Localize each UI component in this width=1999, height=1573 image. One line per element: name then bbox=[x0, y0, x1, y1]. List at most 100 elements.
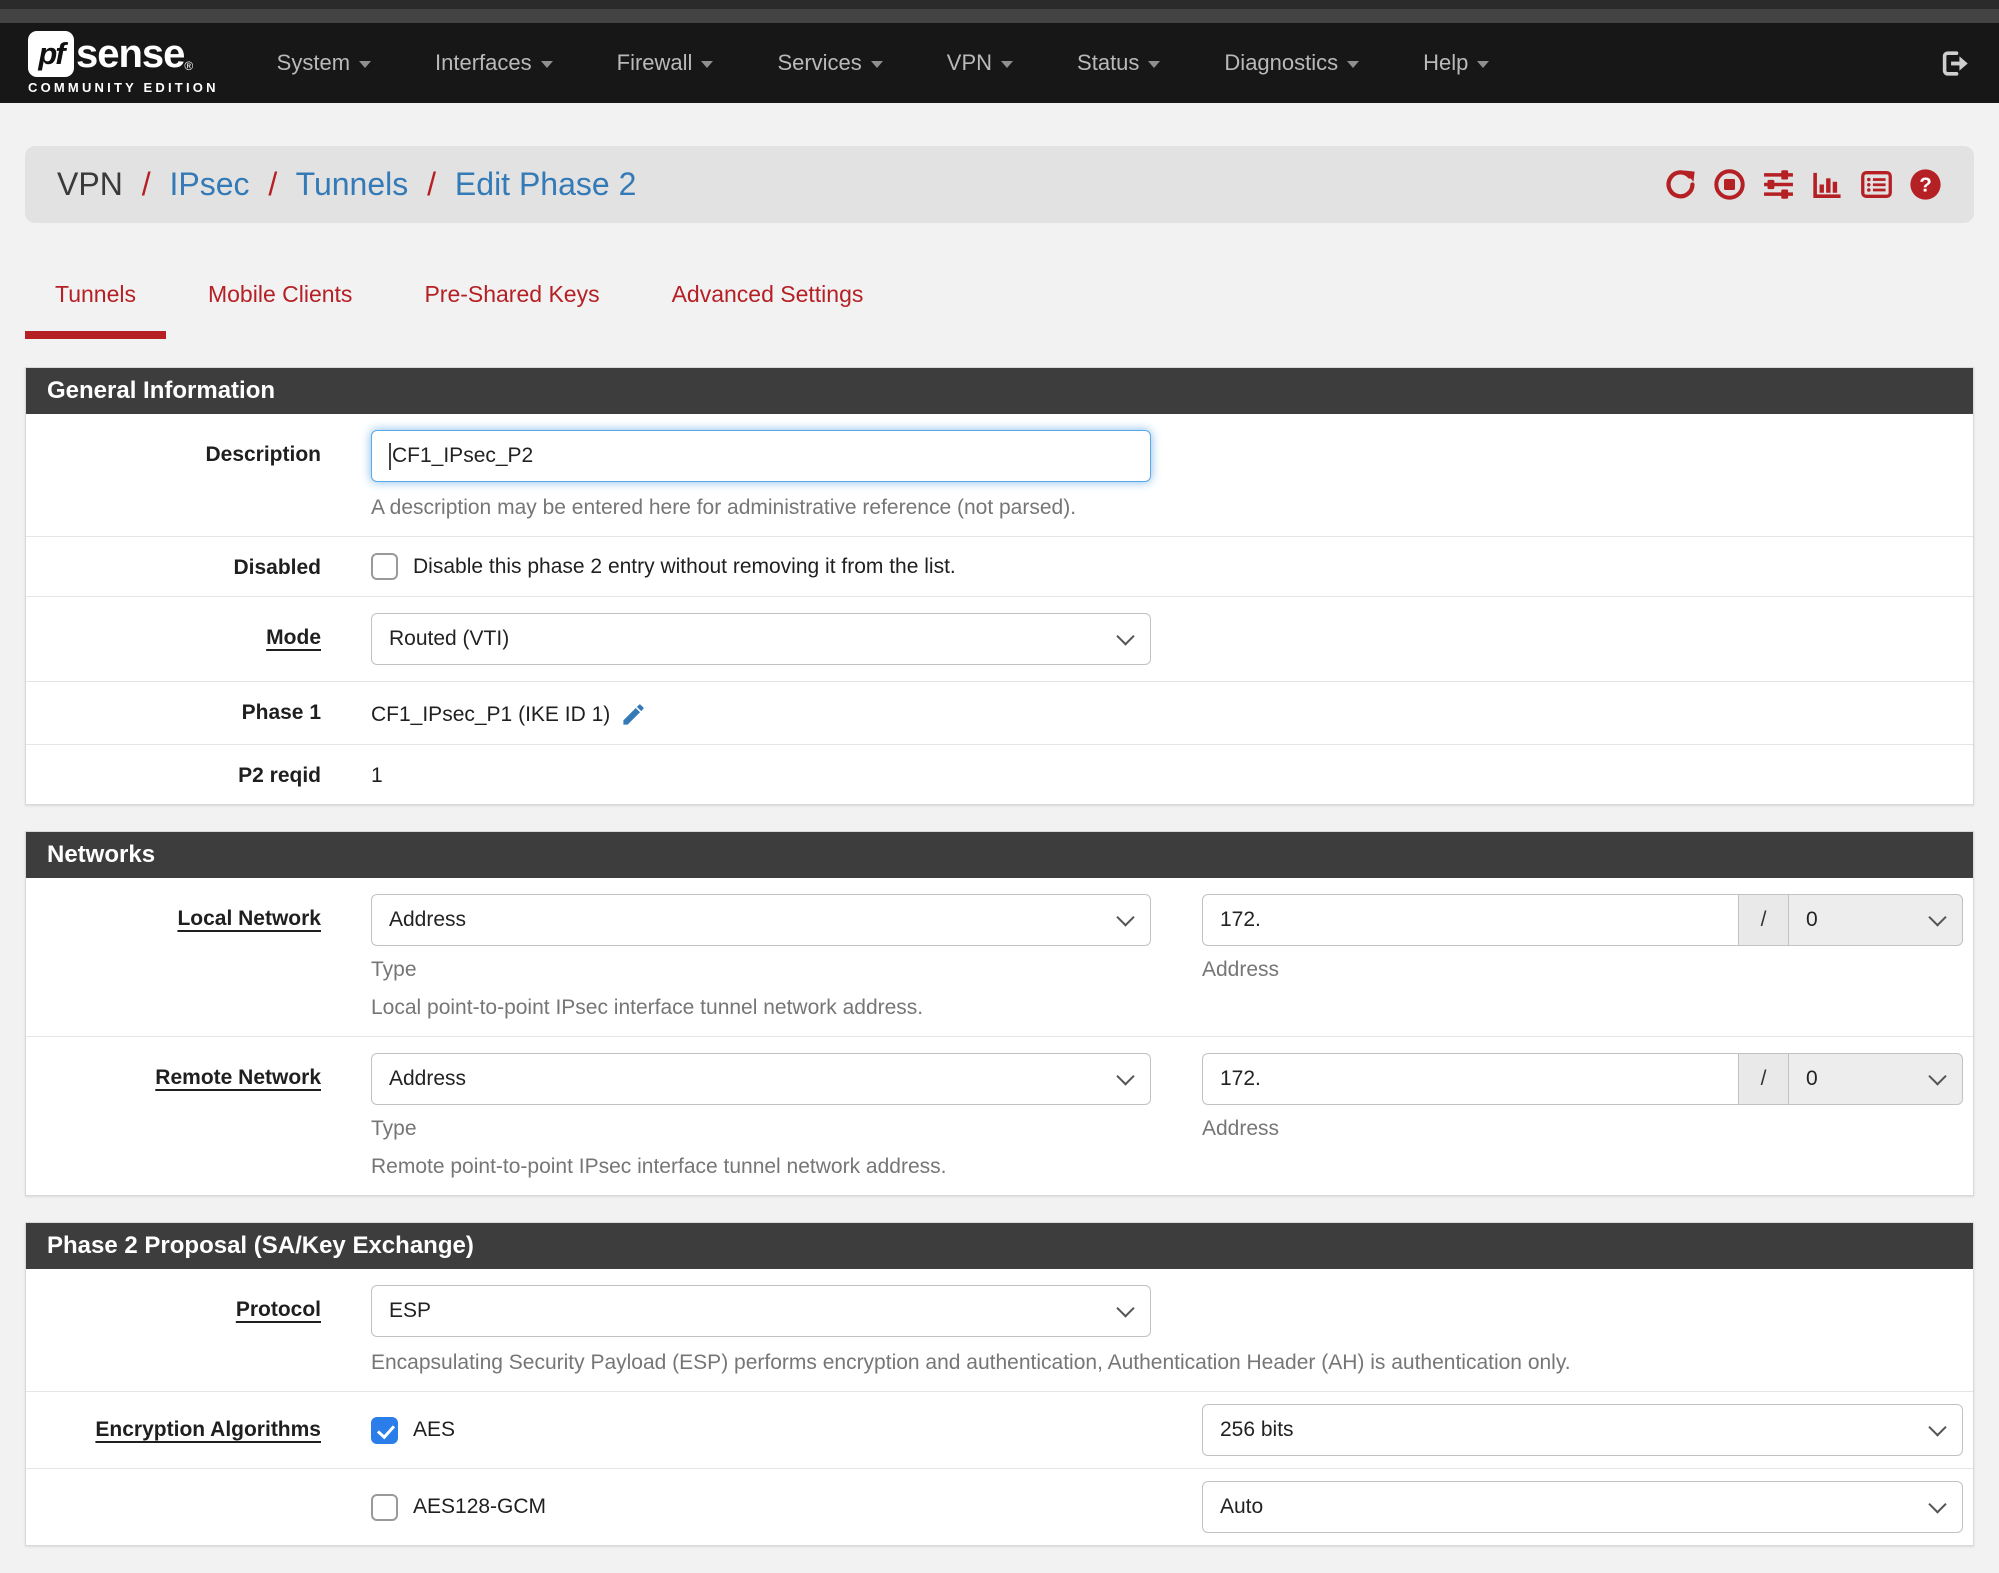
description-value: CF1_IPsec_P2 bbox=[392, 444, 534, 467]
aes128gcm-checkbox[interactable] bbox=[371, 1493, 398, 1521]
local-network-slash-addon: / bbox=[1738, 894, 1788, 946]
remote-network-type-select[interactable]: Address bbox=[371, 1053, 1151, 1105]
menu-help[interactable]: Help bbox=[1423, 50, 1490, 76]
encryption-aes-row: Encryption Algorithms AES 256 bits bbox=[26, 1392, 1973, 1469]
menu-firewall-label: Firewall bbox=[616, 50, 693, 75]
aes128gcm-checkbox-label: AES128-GCM bbox=[413, 1495, 547, 1518]
tab-pre-shared-keys[interactable]: Pre-Shared Keys bbox=[394, 281, 629, 317]
local-network-mask-select[interactable]: 0 bbox=[1788, 894, 1963, 946]
breadcrumb-link-ipsec[interactable]: IPsec bbox=[169, 166, 249, 202]
menu-status[interactable]: Status bbox=[1077, 50, 1161, 76]
breadcrumb-link-edit-phase2[interactable]: Edit Phase 2 bbox=[455, 166, 636, 202]
menu-interfaces[interactable]: Interfaces bbox=[435, 50, 553, 76]
mode-row: Mode Routed (VTI) bbox=[26, 597, 1973, 682]
disabled-label: Disabled bbox=[233, 556, 321, 579]
remote-network-row-help: Remote point-to-point IPsec interface tu… bbox=[371, 1155, 947, 1178]
svg-text:?: ? bbox=[1919, 174, 1932, 197]
breadcrumb-vpn: VPN bbox=[57, 166, 123, 202]
breadcrumb-link-tunnels[interactable]: Tunnels bbox=[296, 166, 409, 202]
phase1-value: CF1_IPsec_P1 (IKE ID 1) bbox=[371, 702, 611, 726]
chevron-down-icon bbox=[1116, 627, 1135, 646]
local-network-address-value: 172. bbox=[1220, 908, 1261, 931]
aes-checkbox-label: AES bbox=[413, 1418, 456, 1441]
menu-diagnostics[interactable]: Diagnostics bbox=[1224, 50, 1360, 76]
menu-vpn-label: VPN bbox=[946, 50, 993, 75]
general-information-panel: General Information Description CF1_IPse… bbox=[25, 367, 1974, 805]
local-network-type-select[interactable]: Address bbox=[371, 894, 1151, 946]
refresh-icon[interactable] bbox=[1664, 168, 1697, 201]
chevron-down-icon bbox=[870, 61, 883, 68]
menu-firewall[interactable]: Firewall bbox=[617, 50, 714, 76]
edit-pencil-icon[interactable] bbox=[620, 701, 647, 728]
encryption-aes128gcm-row: AES128-GCM Auto bbox=[26, 1469, 1973, 1545]
sign-out-icon[interactable] bbox=[1938, 47, 1971, 80]
stop-circle-icon[interactable] bbox=[1713, 168, 1746, 201]
menu-vpn[interactable]: VPN bbox=[946, 50, 1014, 76]
tab-advanced-settings[interactable]: Advanced Settings bbox=[642, 281, 894, 317]
panel-title-general: General Information bbox=[26, 368, 1973, 414]
sliders-icon[interactable] bbox=[1762, 168, 1795, 201]
tab-mobile-clients[interactable]: Mobile Clients bbox=[178, 281, 382, 317]
networks-panel: Networks Local Network Address Type 172. bbox=[25, 831, 1974, 1196]
local-network-label: Local Network bbox=[177, 907, 321, 930]
phase1-label: Phase 1 bbox=[241, 701, 321, 724]
mode-select[interactable]: Routed (VTI) bbox=[371, 613, 1151, 665]
phase2-proposal-panel: Phase 2 Proposal (SA/Key Exchange) Proto… bbox=[25, 1222, 1974, 1546]
menu-services[interactable]: Services bbox=[777, 50, 883, 76]
protocol-row: Protocol ESP Encapsulating Security Payl… bbox=[26, 1269, 1973, 1392]
chevron-down-icon bbox=[1116, 1299, 1135, 1318]
panel-title-networks: Networks bbox=[26, 832, 1973, 878]
p2reqid-label: P2 reqid bbox=[238, 764, 321, 787]
remote-network-mask-select[interactable]: 0 bbox=[1788, 1053, 1963, 1105]
breadcrumb-separator: / bbox=[427, 166, 437, 202]
remote-network-address-input[interactable]: 172. bbox=[1202, 1053, 1738, 1105]
disabled-checkbox[interactable] bbox=[371, 553, 398, 580]
pf-logo-mark: pf bbox=[28, 31, 74, 77]
local-network-type-help: Type bbox=[371, 958, 417, 981]
registered-mark: ® bbox=[184, 59, 194, 73]
remote-network-address-help: Address bbox=[1202, 1117, 1280, 1140]
chevron-down-icon bbox=[1928, 908, 1947, 927]
chevron-down-icon bbox=[1928, 1418, 1947, 1437]
disabled-row: Disabled Disable this phase 2 entry with… bbox=[26, 537, 1973, 597]
remote-network-type-help: Type bbox=[371, 1117, 417, 1140]
chevron-down-icon bbox=[701, 61, 714, 68]
local-network-type-value: Address bbox=[389, 908, 467, 931]
mode-label: Mode bbox=[266, 626, 321, 649]
chevron-down-icon bbox=[1001, 61, 1014, 68]
menu-system[interactable]: System bbox=[276, 50, 372, 76]
description-help: A description may be entered here for ad… bbox=[371, 496, 1077, 519]
list-icon[interactable] bbox=[1860, 168, 1893, 201]
bar-chart-icon[interactable] bbox=[1811, 168, 1844, 201]
remote-network-row: Remote Network Address Type 172. / 0 Add… bbox=[26, 1037, 1973, 1195]
text-caret bbox=[389, 442, 391, 470]
menu-system-label: System bbox=[276, 50, 351, 75]
protocol-value: ESP bbox=[389, 1299, 432, 1322]
window-chrome-strip bbox=[0, 0, 1999, 9]
chevron-down-icon bbox=[1477, 61, 1490, 68]
remote-network-label: Remote Network bbox=[155, 1066, 321, 1089]
aes128gcm-keylen-select[interactable]: Auto bbox=[1202, 1481, 1963, 1533]
aes-keylen-value: 256 bits bbox=[1220, 1418, 1294, 1441]
description-label: Description bbox=[205, 443, 321, 466]
description-input[interactable]: CF1_IPsec_P2 bbox=[371, 430, 1151, 482]
encryption-algorithms-label: Encryption Algorithms bbox=[95, 1418, 321, 1441]
breadcrumb-section: VPN / IPsec / Tunnels / Edit Phase 2 ? bbox=[0, 103, 1999, 223]
help-icon[interactable]: ? bbox=[1909, 168, 1942, 201]
brand-edition-text: COMMUNITY EDITION bbox=[28, 80, 219, 95]
disabled-checkbox-label: Disable this phase 2 entry without remov… bbox=[413, 554, 956, 578]
aes-keylen-select[interactable]: 256 bits bbox=[1202, 1404, 1963, 1456]
tab-bar: Tunnels Mobile Clients Pre-Shared Keys A… bbox=[25, 281, 1974, 339]
local-network-address-input[interactable]: 172. bbox=[1202, 894, 1738, 946]
protocol-select[interactable]: ESP bbox=[371, 1285, 1151, 1337]
remote-network-slash-addon: / bbox=[1738, 1053, 1788, 1105]
chevron-down-icon bbox=[1116, 1067, 1135, 1086]
pfsense-logo[interactable]: pf sense ® COMMUNITY EDITION bbox=[28, 31, 219, 95]
phase1-row: Phase 1 CF1_IPsec_P1 (IKE ID 1) bbox=[26, 682, 1973, 745]
menu-status-label: Status bbox=[1077, 50, 1140, 75]
tab-tunnels[interactable]: Tunnels bbox=[25, 281, 166, 339]
protocol-label: Protocol bbox=[235, 1298, 321, 1321]
aes-checkbox[interactable] bbox=[371, 1416, 398, 1444]
menu-help-label: Help bbox=[1423, 50, 1469, 75]
local-network-address-help: Address bbox=[1202, 958, 1280, 981]
